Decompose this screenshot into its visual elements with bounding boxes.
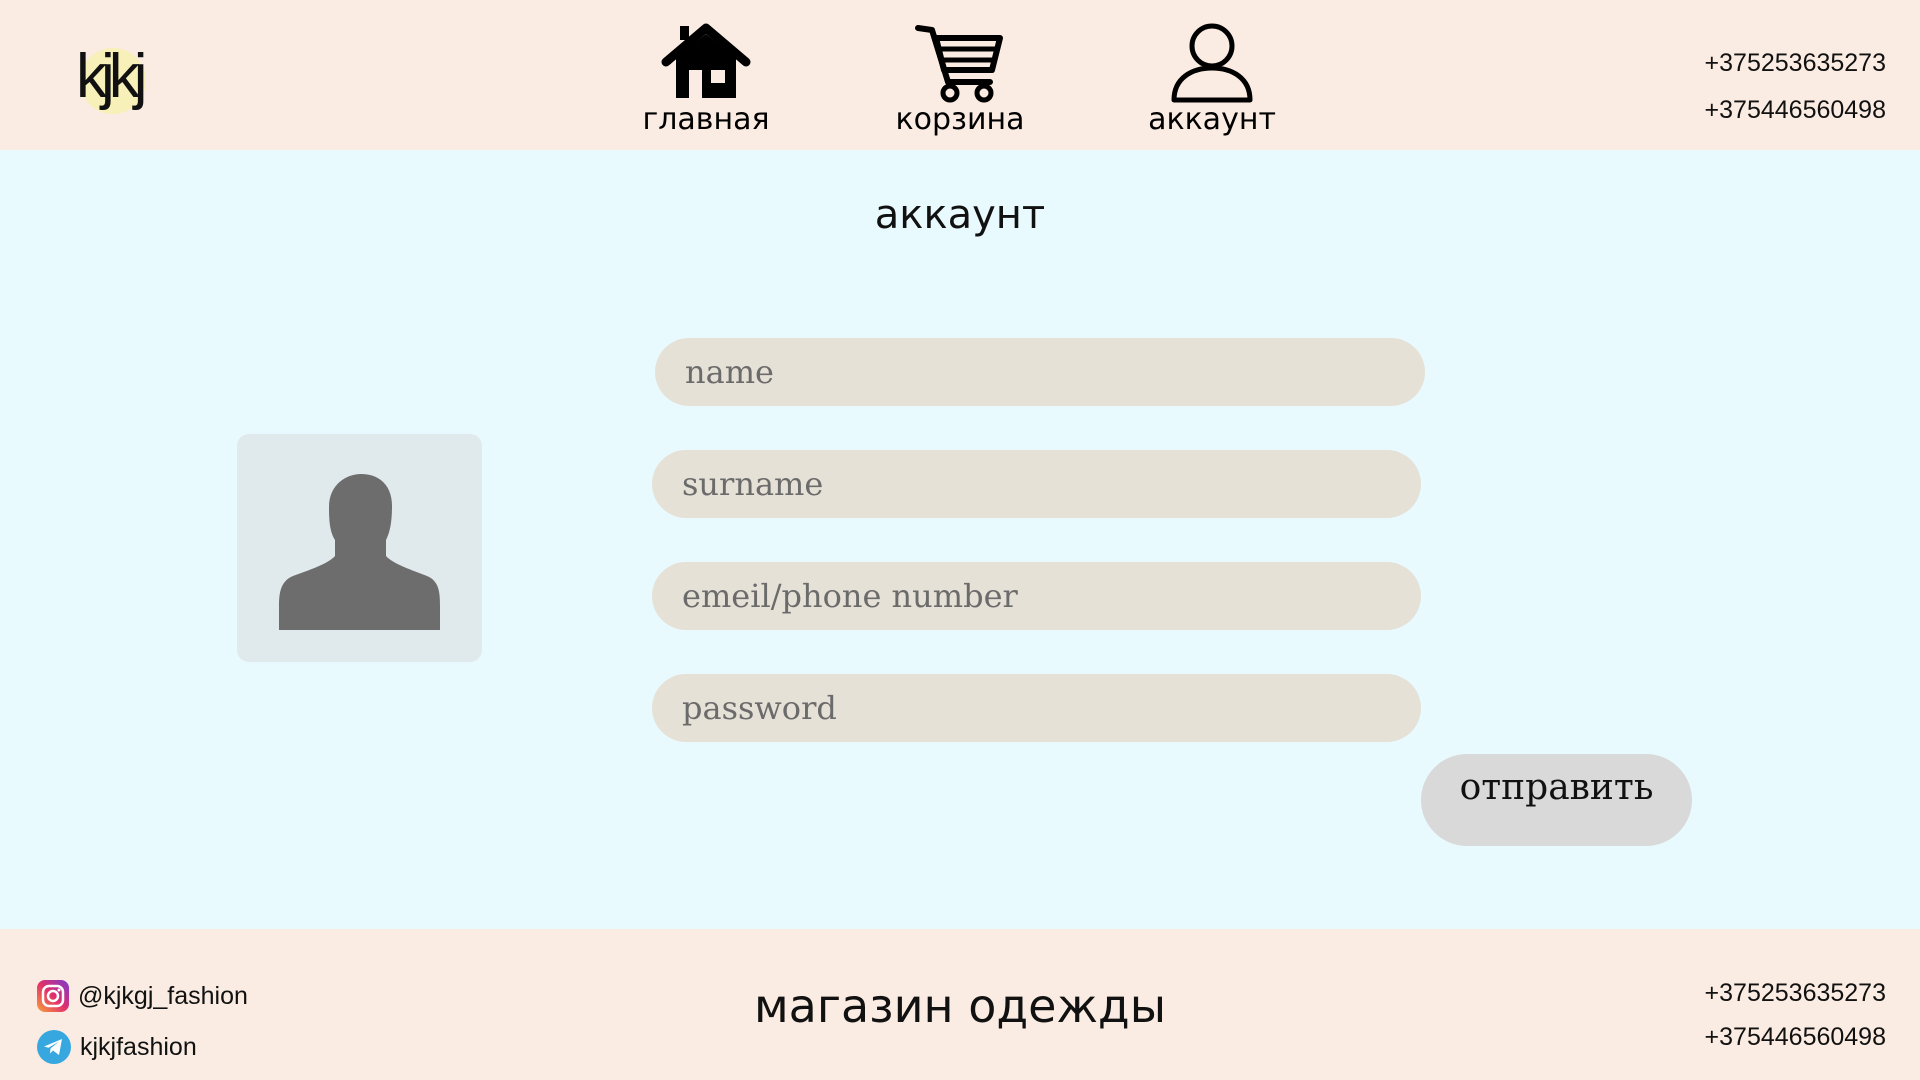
nav-account[interactable]: аккаунт [1127,22,1297,142]
footer-title: магазин одежды [753,979,1167,1033]
telegram-link[interactable]: kjkjfashion [36,1028,197,1066]
nav-home-label: главная [642,102,770,137]
surname-input[interactable] [652,450,1421,518]
footer-phone-1: +375253635273 [1704,979,1886,1007]
home-icon [661,23,751,98]
footer-phones: +375253635273 +375446560498 [1705,971,1886,1059]
submit-button[interactable]: отправить [1421,754,1692,846]
footer-phone-2: +375446560498 [1704,1023,1886,1051]
avatar[interactable] [237,434,482,662]
header: kjkj главная корзина аккаунт +3752536352… [0,0,1920,150]
user-icon [1171,23,1253,103]
page-title: аккаунт [874,192,1046,238]
nav-cart-label: корзина [895,102,1025,137]
user-silhouette-icon [279,474,440,630]
password-input[interactable] [652,674,1421,742]
contact-input[interactable] [652,562,1421,630]
header-phone-2: +375446560498 [1704,96,1886,124]
name-input[interactable] [655,338,1425,406]
nav-cart[interactable]: корзина [875,22,1045,142]
nav-home[interactable]: главная [621,22,791,142]
logo-text: kjkj [76,42,148,111]
header-phone-1: +375253635273 [1704,49,1886,77]
header-phones: +375253635273 +375446560498 [1705,40,1886,134]
logo[interactable]: kjkj [76,40,156,115]
cart-icon [915,25,1003,103]
nav-account-label: аккаунт [1148,102,1276,137]
telegram-handle: kjkjfashion [80,1032,197,1061]
telegram-icon [37,1030,71,1064]
footer: @kjkgj_fashion kjkjfashion магазин одежд… [0,929,1920,1080]
